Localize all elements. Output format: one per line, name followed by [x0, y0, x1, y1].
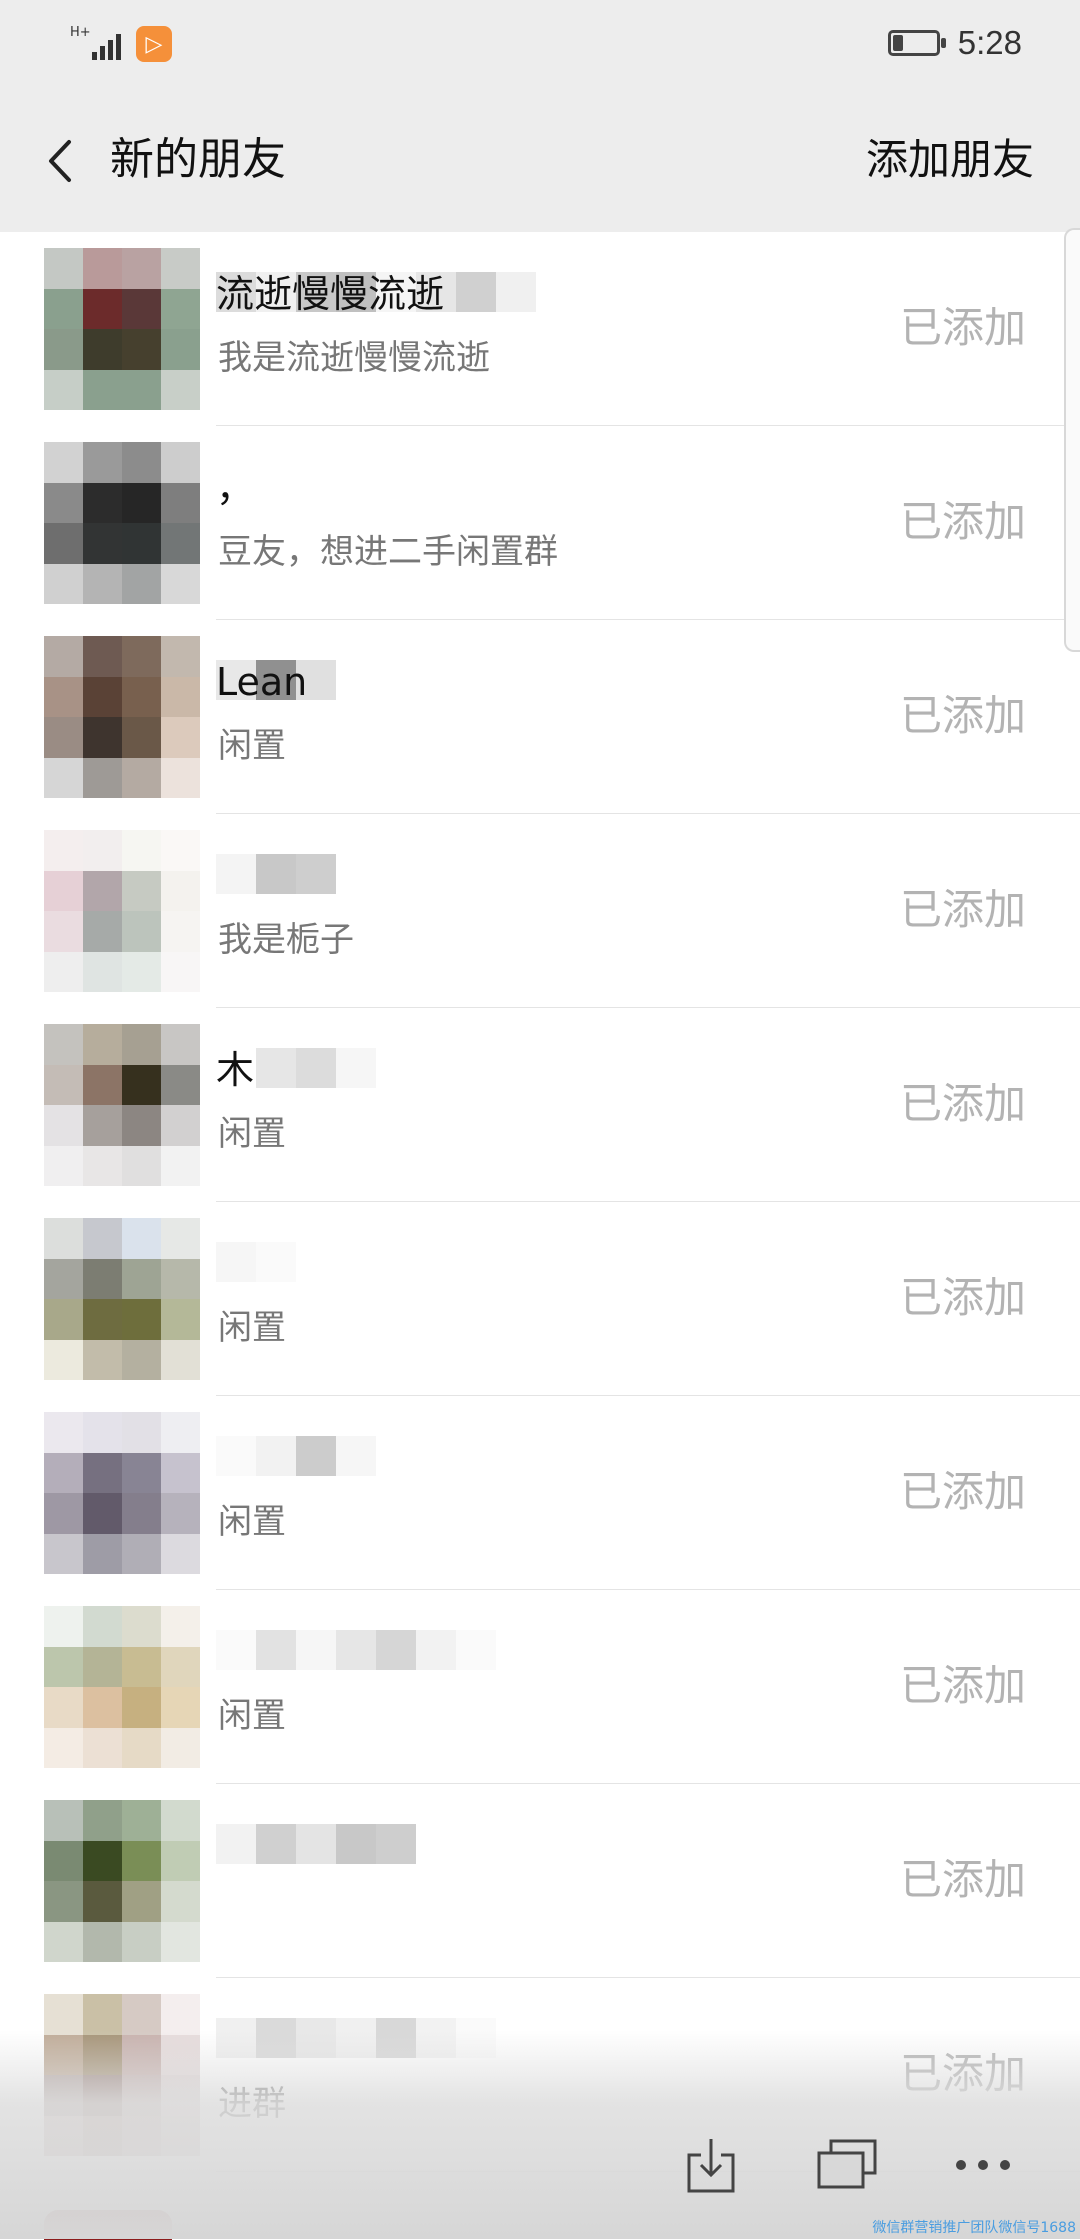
avatar[interactable] [44, 1024, 200, 1186]
added-status-label: 已添加 [899, 303, 1026, 352]
name-blur-mosaic [216, 1824, 416, 1864]
friend-request-row[interactable]: 已添加 [0, 1784, 1080, 1978]
name-blur-mosaic [216, 1242, 296, 1282]
friend-request-row[interactable]: 木闲置 已添加 [0, 1008, 1080, 1202]
added-status-label: 已添加 [899, 1855, 1026, 1904]
added-status-label: 已添加 [899, 1273, 1026, 1322]
friend-name: 木 [216, 1048, 255, 1092]
friend-request-row[interactable]: 我是栀子 已添加 [0, 814, 1080, 1008]
friend-message: 我是栀子 [218, 920, 354, 960]
added-status-label: 已添加 [899, 497, 1026, 546]
avatar[interactable] [44, 636, 200, 798]
nav-bar: 新的朋友 添加朋友 [0, 90, 1080, 232]
avatar[interactable] [44, 830, 200, 992]
add-friend-button[interactable]: 添加朋友 [866, 128, 1034, 192]
name-blur-mosaic [216, 1630, 496, 1670]
network-type-label: H+ [70, 25, 91, 40]
download-button[interactable] [676, 2130, 746, 2200]
friend-message: 闲置 [218, 726, 286, 766]
avatar[interactable] [44, 248, 200, 410]
friend-name: 流逝慢慢流逝 [216, 272, 445, 316]
watermark-text: 微信群营销推广团队微信号1688 [872, 2220, 1076, 2236]
friend-request-row[interactable]: 闲置 已添加 [0, 1202, 1080, 1396]
friend-request-row[interactable]: 流逝慢慢流逝我是流逝慢慢流逝 已添加 [0, 232, 1080, 426]
page-title: 新的朋友 [110, 134, 286, 185]
more-icon [956, 2160, 1010, 2170]
more-button[interactable] [948, 2130, 1018, 2200]
friend-message: 豆友，想进二手闲置群 [218, 532, 558, 572]
added-status-label: 已添加 [899, 691, 1026, 740]
windows-button[interactable] [812, 2130, 882, 2200]
status-bar: H+ ▷ 5:28 [0, 0, 1080, 90]
download-icon [687, 2139, 735, 2193]
signal-icon: H+ [70, 24, 122, 64]
avatar[interactable] [44, 1800, 200, 1962]
battery-level [892, 35, 903, 51]
scroll-indicator[interactable] [1064, 228, 1080, 652]
friend-message: 闲置 [218, 1308, 286, 1348]
avatar[interactable] [44, 1218, 200, 1380]
name-blur-mosaic [216, 854, 336, 894]
name-blur-mosaic [216, 1436, 376, 1476]
bottom-toolbar: 微信群营销推广团队微信号1688 [0, 2030, 1080, 2239]
video-app-icon: ▷ [136, 26, 172, 62]
friend-request-row[interactable]: 闲置 已添加 [0, 1590, 1080, 1784]
battery-icon [887, 30, 946, 56]
friend-name: Lean [216, 660, 308, 704]
back-button[interactable] [30, 126, 90, 196]
friend-name: ， [216, 466, 255, 510]
status-left: H+ ▷ [70, 24, 172, 64]
friend-request-list: 流逝慢慢流逝 我是流逝慢慢流逝 已添加，豆友，想进二手闲置群 已添加 Lean 闲置 已添加… [0, 232, 1080, 2172]
avatar[interactable] [44, 1412, 200, 1574]
status-right: 5:28 [887, 24, 1022, 62]
added-status-label: 已添加 [899, 1079, 1026, 1128]
friend-request-row[interactable]: Lean 闲置 已添加 [0, 620, 1080, 814]
friend-message: 闲置 [218, 1114, 286, 1154]
windows-icon [817, 2139, 877, 2189]
friend-message: 闲置 [218, 1502, 286, 1542]
friend-request-row[interactable]: 闲置 已添加 [0, 1396, 1080, 1590]
friend-message: 闲置 [218, 1696, 286, 1736]
added-status-label: 已添加 [899, 1467, 1026, 1516]
avatar[interactable] [44, 1606, 200, 1768]
back-arrow-icon [49, 140, 71, 182]
added-status-label: 已添加 [899, 1661, 1026, 1710]
added-status-label: 已添加 [899, 885, 1026, 934]
clock: 5:28 [957, 24, 1022, 61]
friend-request-row[interactable]: ， 豆友，想进二手闲置群 已添加 [0, 426, 1080, 620]
avatar[interactable] [44, 442, 200, 604]
friend-message: 我是流逝慢慢流逝 [218, 338, 490, 378]
